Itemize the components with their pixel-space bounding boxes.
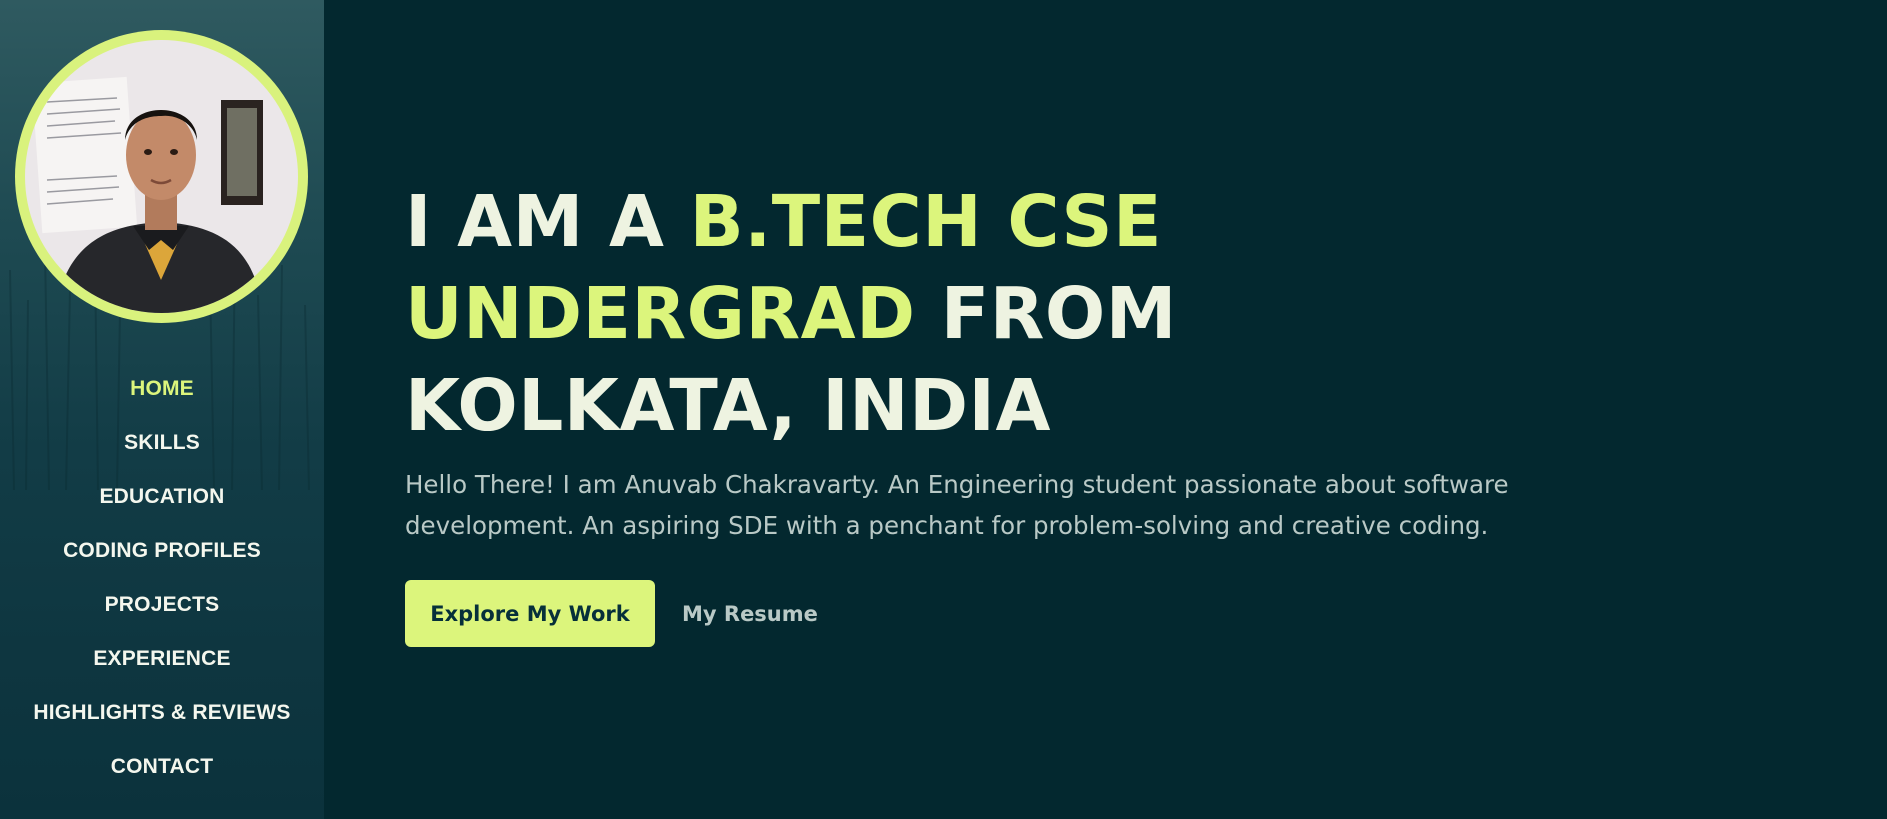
nav-item-highlights-reviews[interactable]: HIGHLIGHTS & REVIEWS xyxy=(0,686,324,740)
headline-text-start: I AM A xyxy=(405,180,690,263)
avatar xyxy=(15,30,308,323)
nav-item-skills[interactable]: SKILLS xyxy=(0,416,324,470)
nav-item-experience[interactable]: EXPERIENCE xyxy=(0,632,324,686)
explore-my-work-button[interactable]: Explore My Work xyxy=(405,580,655,647)
hero-intro: Hello There! I am Anuvab Chakravarty. An… xyxy=(405,470,1509,540)
nav-item-projects[interactable]: PROJECTS xyxy=(0,578,324,632)
sidebar: HOME SKILLS EDUCATION CODING PROFILES PR… xyxy=(0,0,324,819)
nav-item-education[interactable]: EDUCATION xyxy=(0,470,324,524)
hero-section: I AM A B.TECH CSE UNDERGRAD FROM KOLKATA… xyxy=(405,176,1585,647)
profile-photo xyxy=(25,40,298,313)
nav-item-coding-profiles[interactable]: CODING PROFILES xyxy=(0,524,324,578)
hero-headline: I AM A B.TECH CSE UNDERGRAD FROM KOLKATA… xyxy=(405,176,1585,452)
hero-actions: Explore My Work My Resume xyxy=(405,580,1585,647)
nav-item-home[interactable]: HOME xyxy=(0,362,324,416)
my-resume-link[interactable]: My Resume xyxy=(682,602,818,626)
sidebar-nav: HOME SKILLS EDUCATION CODING PROFILES PR… xyxy=(0,362,324,794)
nav-item-contact[interactable]: CONTACT xyxy=(0,740,324,794)
